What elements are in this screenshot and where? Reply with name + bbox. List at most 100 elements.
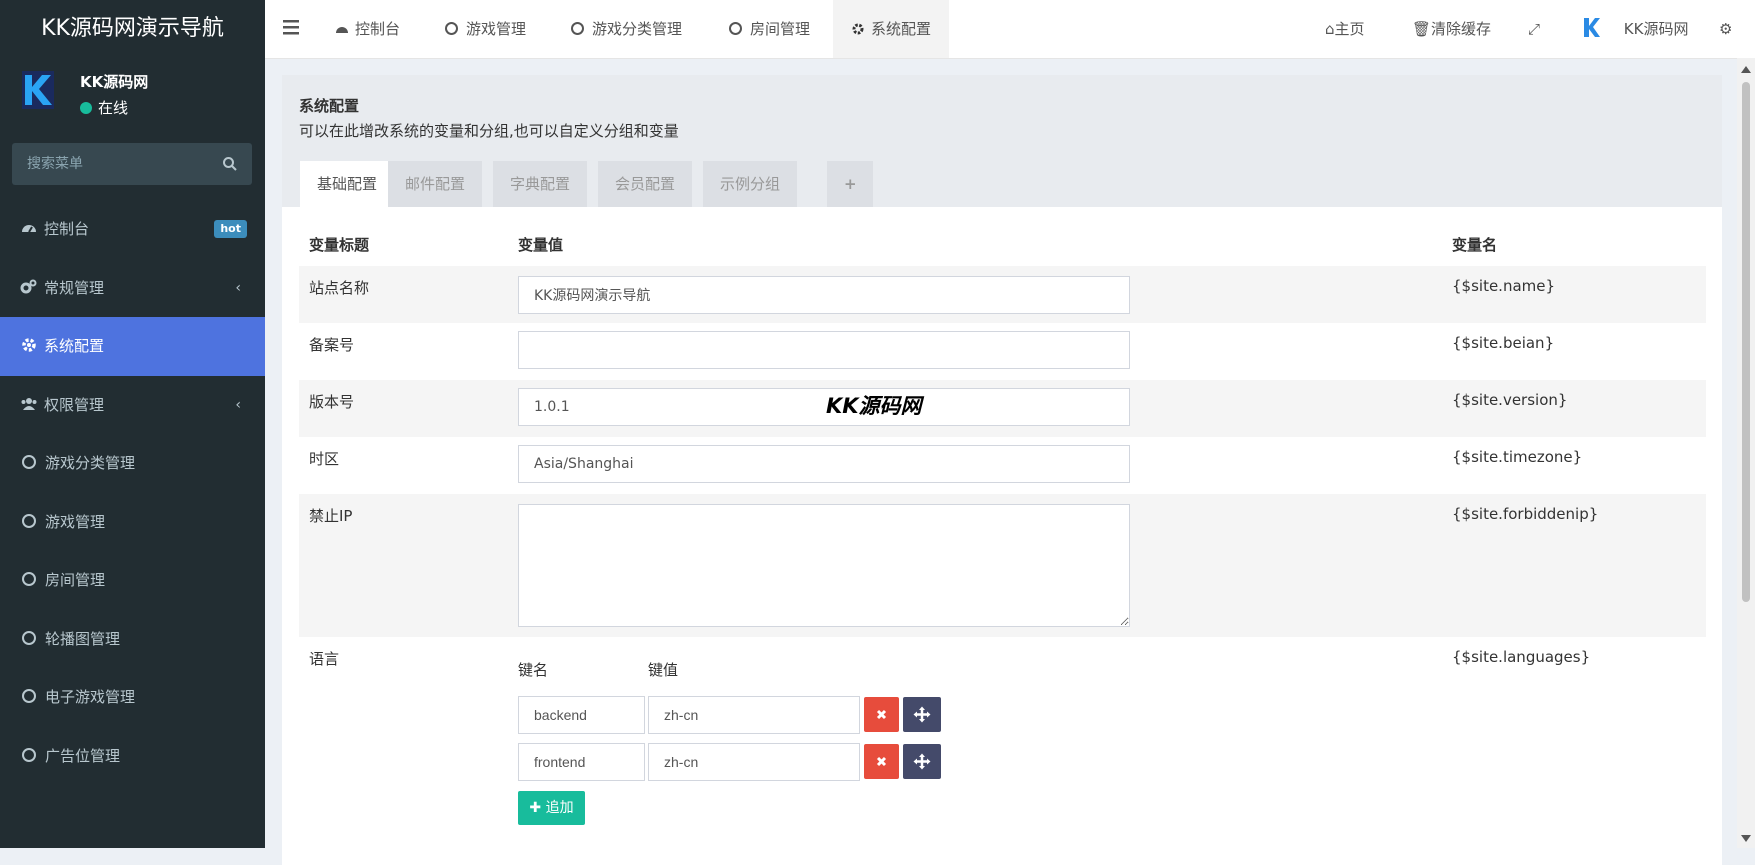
version-field[interactable] [518,388,1130,426]
table-row: 备案号 {$site.beian} [299,323,1706,380]
scroll-up-icon[interactable] [1741,66,1751,73]
sidebar-menu: 控制台 hot 常规管理 ‹ 系统配置 权限管理 ‹ 游戏分类管理 游戏管理 房… [0,200,265,785]
delete-row-button[interactable] [864,697,899,732]
row-var-name: {$site.languages} [1452,648,1591,666]
row-label: 版本号 [309,393,355,411]
tab-system-config[interactable]: 系统配置 [833,0,950,58]
home-icon: ⌂ [1325,20,1335,38]
drag-handle-button[interactable] [903,744,941,779]
tab-label: 系统配置 [871,20,932,38]
tab-label: 房间管理 [750,20,811,38]
timezone-field[interactable] [518,445,1130,483]
sidebar-item-egames[interactable]: 电子游戏管理 [0,668,265,727]
user-status: 在线 [80,97,128,118]
tab-label: 游戏管理 [466,20,527,38]
app-logo-title[interactable]: KK源码网演示导航 [0,0,265,57]
language-key-input[interactable] [518,696,645,734]
tab-games[interactable]: 游戏管理 [427,0,544,58]
delete-row-button[interactable] [864,744,899,779]
clear-cache-label: 清除缓存 [1431,20,1492,38]
tab-rooms[interactable]: 房间管理 [711,0,828,58]
sidebar-item-dashboard[interactable]: 控制台 hot [0,200,265,259]
tab-game-category[interactable]: 游戏分类管理 [553,0,700,58]
top-navbar: 控制台 游戏管理 游戏分类管理 房间管理 系统配置 ⌂主页 🗑清除缓存 ⤢ KK… [265,0,1755,59]
tab-basic-config[interactable]: 基础配置 [300,161,395,207]
panel-subtitle: 可以在此增改系统的变量和分组,也可以自定义分组和变量 [299,122,679,140]
tab-label: 控制台 [355,20,401,38]
move-icon [913,753,931,770]
table-row: 禁止IP {$site.forbiddenip} [299,494,1706,637]
sidebar-item-rooms[interactable]: 房间管理 [0,551,265,610]
sidebar-item-ads[interactable]: 广告位管理 [0,727,265,786]
fullscreen-button[interactable]: ⤢ [1528,0,1540,58]
sidebar-item-label: 轮播图管理 [45,629,121,648]
row-label: 时区 [309,450,340,468]
sidebar-item-permissions[interactable]: 权限管理 ‹ [0,376,265,435]
append-label: 追加 [545,800,574,816]
settings-button[interactable]: ⚙ [1719,0,1732,58]
sidebar: KK源码网演示导航 KK源码网 在线 控制台 hot 常规管理 ‹ 系统配置 权… [0,0,265,848]
sidebar-item-games[interactable]: 游戏管理 [0,493,265,552]
language-value-input[interactable] [648,743,860,781]
add-tab-button[interactable]: + [827,161,873,207]
scroll-thumb[interactable] [1742,82,1750,602]
search-icon[interactable] [222,156,238,172]
drag-handle-button[interactable] [903,697,941,732]
hot-badge: hot [214,220,247,238]
sidebar-item-carousel[interactable]: 轮播图管理 [0,610,265,669]
tab-label: 游戏分类管理 [592,20,683,38]
user-panel: KK源码网 在线 [0,57,265,137]
user-name: KK源码网 [80,73,149,91]
cogs-icon: ⚙ [1719,20,1733,38]
row-var-name: {$site.beian} [1452,334,1555,352]
cogs-icon [20,279,37,293]
home-label: 主页 [1334,20,1365,38]
search-input[interactable] [12,143,212,185]
table-row: 时区 {$site.timezone} [299,437,1706,494]
beian-field[interactable] [518,331,1130,369]
tab-member-config[interactable]: 会员配置 [598,161,693,207]
language-key-input[interactable] [518,743,645,781]
row-var-name: {$site.timezone} [1452,448,1583,466]
sidebar-item-label: 控制台 [44,220,90,238]
plus-icon: ✚ [529,800,546,816]
sidebar-item-label: 游戏管理 [45,512,106,531]
chevron-left-icon: ‹ [235,279,241,296]
page-scrollbar[interactable] [1737,58,1755,848]
sidebar-item-general[interactable]: 常规管理 ‹ [0,259,265,318]
forbidden-ip-field[interactable] [518,504,1130,627]
gear-icon [852,23,864,35]
watermark-text: KK源码网 [826,394,922,418]
tab-dashboard[interactable]: 控制台 [317,0,418,58]
site-user-link[interactable]: KK源码网 [1583,0,1688,58]
clear-cache-link[interactable]: 🗑清除缓存 [1412,0,1491,58]
column-header-title: 变量标题 [309,236,370,254]
users-icon [21,397,37,410]
sidebar-item-label: 常规管理 [44,278,105,297]
row-label: 备案号 [309,336,355,354]
sidebar-search [12,143,252,185]
hamburger-menu-icon[interactable] [283,19,301,35]
sidebar-item-game-category[interactable]: 游戏分类管理 [0,434,265,493]
circle-icon [729,22,742,35]
sidebar-item-label: 房间管理 [45,571,106,589]
tab-mail-config[interactable]: 邮件配置 [388,161,483,207]
dashboard-icon [22,225,36,233]
sidebar-item-system-config[interactable]: 系统配置 [0,317,265,376]
sidebar-item-label: 电子游戏管理 [45,688,136,706]
close-icon [876,709,887,720]
tab-dict-config[interactable]: 字典配置 [493,161,588,207]
site-name-field[interactable] [518,276,1130,314]
language-value-input[interactable] [648,696,860,734]
sidebar-item-label: 系统配置 [44,337,105,355]
row-var-name: {$site.version} [1452,391,1568,409]
online-dot-icon [80,102,92,114]
scroll-down-icon[interactable] [1741,835,1751,842]
row-label: 禁止IP [309,507,353,525]
chevron-left-icon: ‹ [235,396,241,413]
expand-icon: ⤢ [1528,20,1541,38]
tab-example-group[interactable]: 示例分组 [703,161,798,207]
append-button[interactable]: ✚ 追加 [518,791,585,825]
home-link[interactable]: ⌂主页 [1325,0,1365,58]
user-avatar-icon [22,71,54,109]
